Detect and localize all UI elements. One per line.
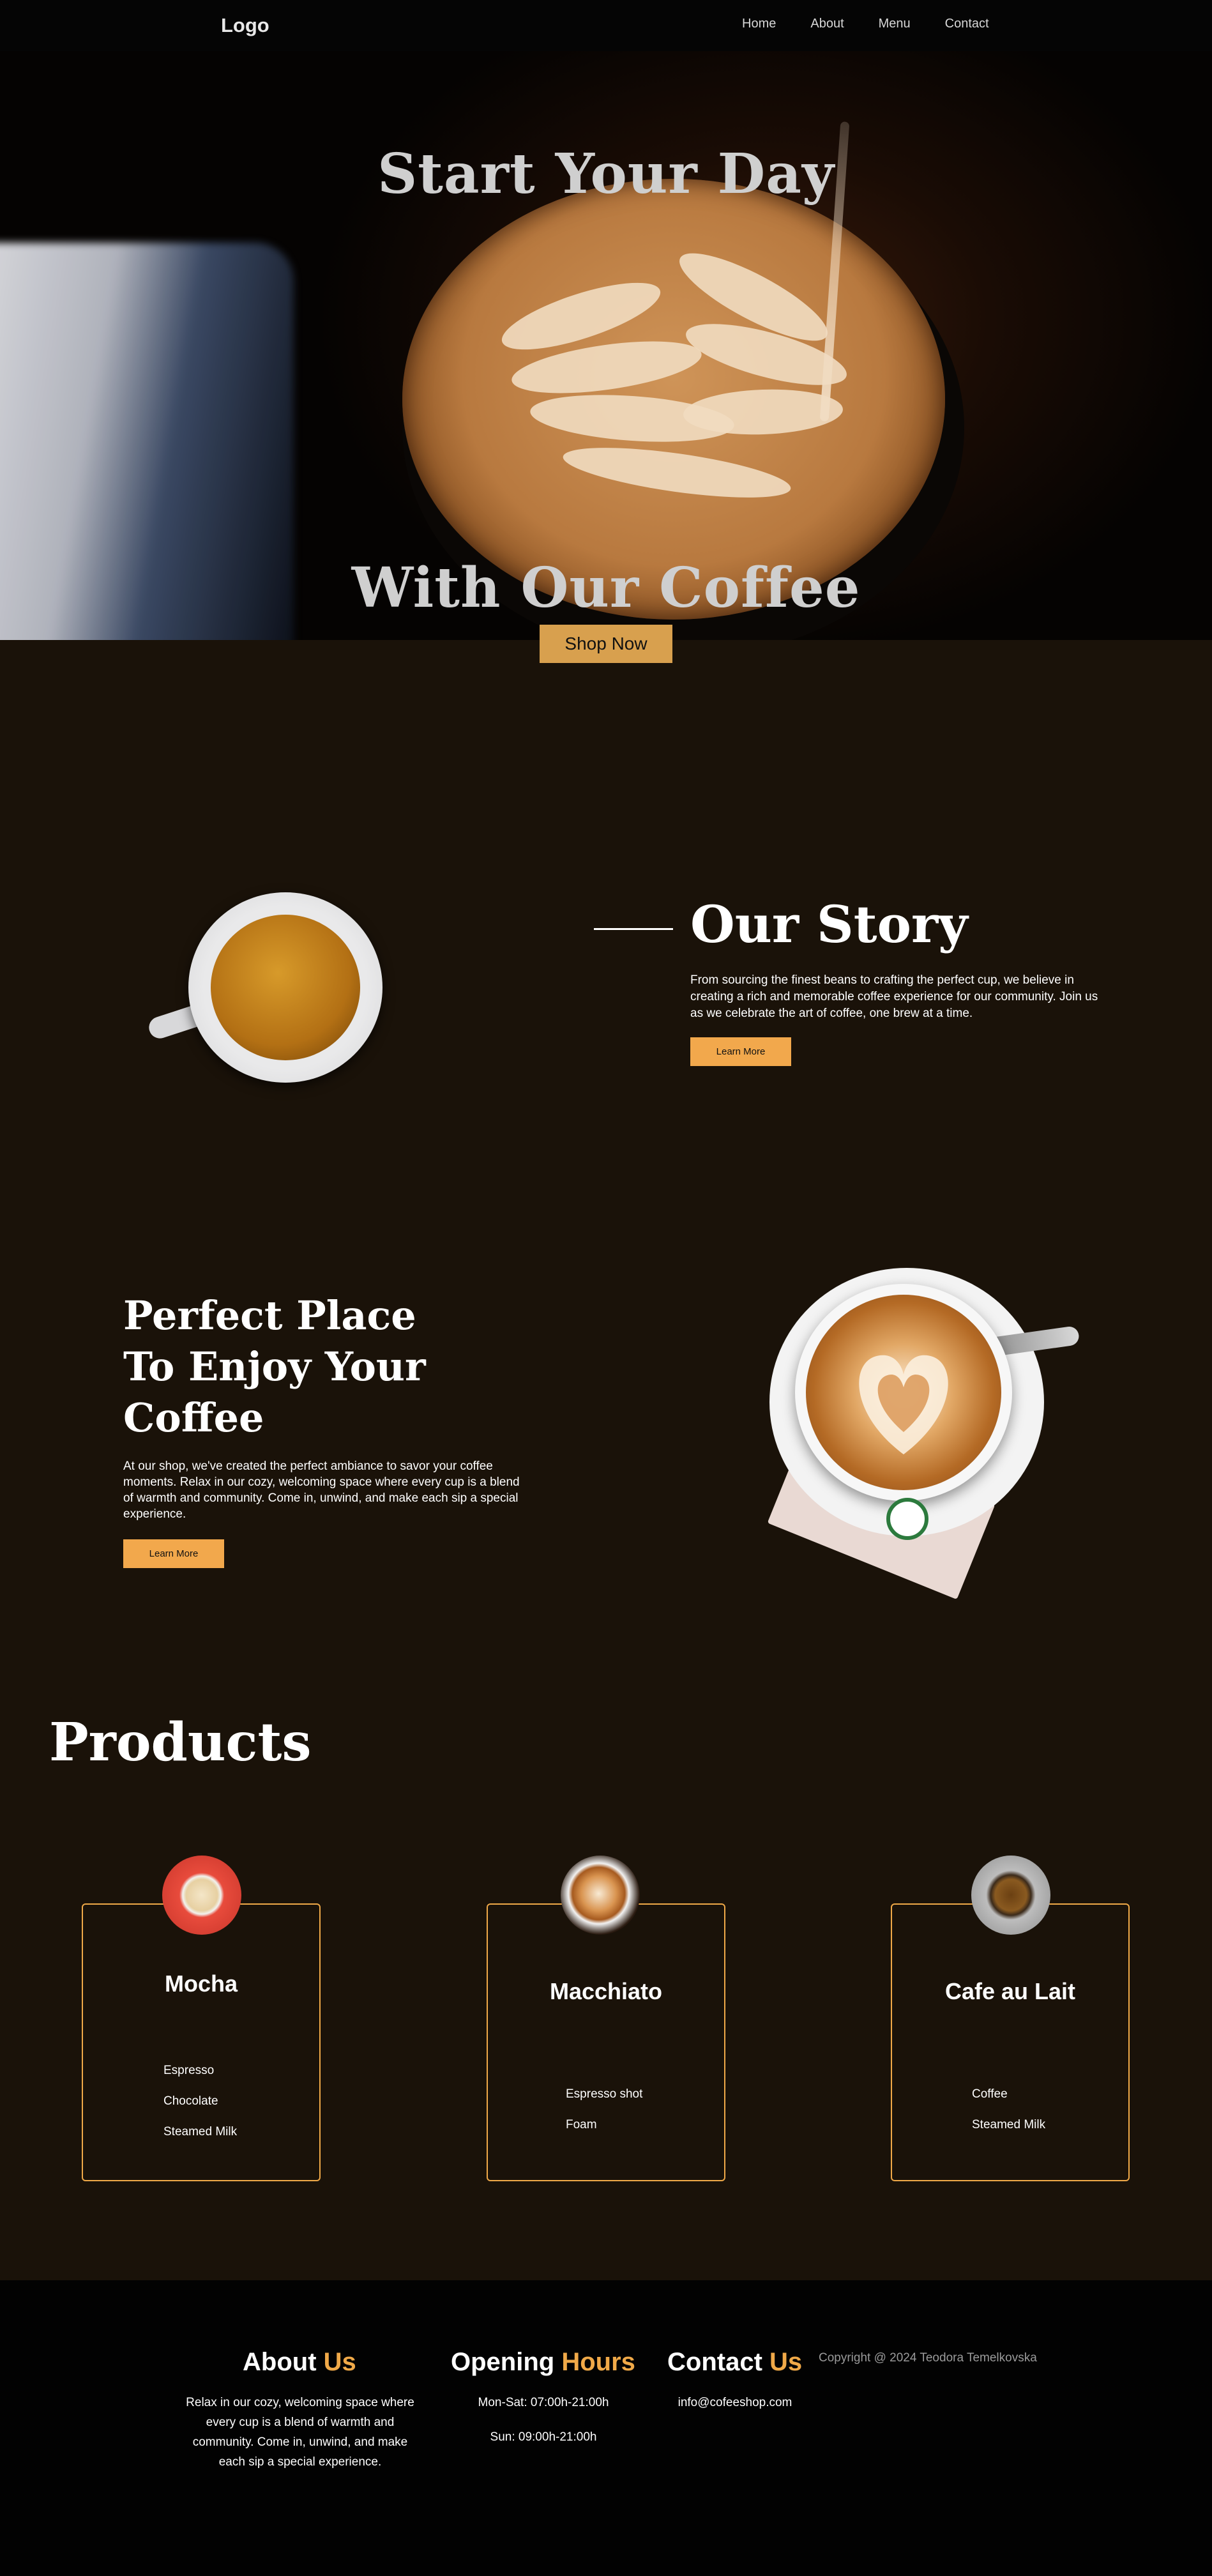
espresso-coffee bbox=[211, 915, 360, 1060]
product-name-cafe-au-lait: Cafe au Lait bbox=[944, 1978, 1076, 2004]
story-text: From sourcing the finest beans to crafti… bbox=[690, 973, 1098, 1020]
footer-about-heading-main: About bbox=[243, 2348, 317, 2376]
ingredient-item: Espresso bbox=[163, 2064, 215, 2077]
nav-links: Home About Menu Contact bbox=[742, 17, 1024, 31]
footer-contact-heading-main: Contact bbox=[667, 2348, 762, 2376]
heart-latte-art bbox=[806, 1295, 1001, 1490]
footer-about-heading-accent: Us bbox=[323, 2348, 356, 2376]
story-learn-more-button[interactable]: Learn More bbox=[690, 1037, 791, 1066]
product-card-mocha[interactable] bbox=[82, 1903, 321, 2181]
shop-now-button[interactable]: Shop Now bbox=[540, 625, 672, 663]
mocha-image bbox=[162, 1856, 241, 1935]
footer-contact-email[interactable]: info@cofeeshop.com bbox=[667, 2393, 803, 2412]
product-name-macchiato: Macchiato bbox=[549, 1978, 663, 2004]
place-text: At our shop, we've created the perfect a… bbox=[123, 1459, 520, 1521]
place-title-line3: Coffee bbox=[123, 1394, 264, 1441]
ingredient-item: Steamed Milk bbox=[972, 2118, 1046, 2131]
macchiato-image bbox=[561, 1856, 640, 1935]
latte-art-image bbox=[402, 179, 945, 620]
story-divider-line bbox=[594, 928, 673, 930]
place-title: Perfect Place To Enjoy Your Coffee bbox=[123, 1290, 481, 1444]
ingredient-item: Coffee bbox=[972, 2087, 1008, 2101]
story-title: Our Story bbox=[690, 894, 968, 954]
footer-hours-heading-accent: Hours bbox=[561, 2348, 635, 2376]
footer-hours-heading: Opening Hours bbox=[451, 2348, 635, 2377]
hero-section: Start Your Day With Our Coffee bbox=[0, 51, 1212, 640]
nav-link-contact[interactable]: Contact bbox=[945, 17, 989, 31]
brand-logo-image bbox=[886, 1498, 928, 1540]
ingredient-item: Steamed Milk bbox=[163, 2125, 238, 2138]
hero-title-line1: Start Your Day bbox=[377, 142, 835, 206]
footer-hours-weekday: Mon-Sat: 07:00h-21:00h bbox=[478, 2396, 609, 2409]
ingredient-item: Espresso shot bbox=[566, 2087, 643, 2101]
nav-link-about[interactable]: About bbox=[810, 17, 844, 31]
ingredient-item: Foam bbox=[566, 2118, 597, 2131]
place-title-line1: Perfect Place bbox=[123, 1292, 416, 1339]
footer-about-heading: About Us bbox=[243, 2348, 356, 2377]
copyright-text: Copyright @ 2024 Teodora Temelkovska bbox=[819, 2351, 1037, 2365]
footer-contact-heading: Contact Us bbox=[667, 2348, 802, 2377]
footer-about-text: Relax in our cozy, welcoming space where… bbox=[186, 2396, 414, 2469]
product-name-mocha: Mocha bbox=[164, 1970, 238, 1997]
navbar: Logo Home About Menu Contact bbox=[0, 0, 1212, 51]
cafe-au-lait-image bbox=[971, 1856, 1050, 1935]
ingredient-item: Chocolate bbox=[163, 2094, 218, 2108]
hero-title-line2: With Our Coffee bbox=[351, 556, 861, 620]
footer-contact-heading-accent: Us bbox=[769, 2348, 803, 2376]
nav-link-menu[interactable]: Menu bbox=[879, 17, 911, 31]
logo[interactable]: Logo bbox=[221, 14, 269, 37]
nav-link-home[interactable]: Home bbox=[742, 17, 776, 31]
product-card-cafe-au-lait[interactable] bbox=[891, 1903, 1130, 2181]
footer-hours-sunday: Sun: 09:00h-21:00h bbox=[490, 2430, 597, 2444]
products-title: Products bbox=[49, 1712, 312, 1773]
footer-hours-heading-main: Opening bbox=[451, 2348, 555, 2376]
place-learn-more-button[interactable]: Learn More bbox=[123, 1539, 224, 1568]
product-card-macchiato[interactable] bbox=[487, 1903, 725, 2181]
place-title-line2: To Enjoy Your bbox=[123, 1343, 426, 1390]
